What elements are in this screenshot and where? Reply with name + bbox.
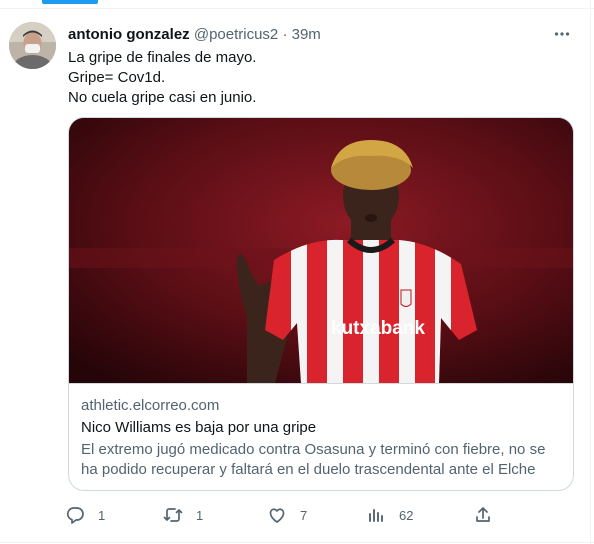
tweet-header: antonio gonzalez @poetricus2 · 39m bbox=[68, 26, 574, 46]
retweet-icon bbox=[160, 502, 186, 528]
analytics-icon bbox=[363, 502, 389, 528]
tweet-text-line: Gripe= Cov1d. bbox=[68, 69, 166, 86]
card-title: Nico Williams es baja por una gripe bbox=[81, 419, 317, 436]
tweet-timestamp[interactable]: 39m bbox=[292, 26, 321, 43]
views-count: 62 bbox=[399, 507, 414, 523]
tweet-text-line: No cuela gripe casi en junio. bbox=[68, 89, 257, 106]
like-button[interactable]: 7 bbox=[264, 500, 307, 530]
author-name[interactable]: antonio gonzalez bbox=[68, 26, 190, 43]
avatar[interactable] bbox=[9, 22, 56, 69]
share-icon bbox=[470, 502, 496, 528]
reply-button[interactable]: 1 bbox=[62, 500, 105, 530]
card-description: El extremo jugó medicado contra Osasuna … bbox=[81, 441, 546, 478]
retweet-button[interactable]: 1 bbox=[160, 500, 203, 530]
tweet-text: La gripe de finales de mayo. Gripe= Cov1… bbox=[68, 48, 568, 108]
separator-dot: · bbox=[282, 26, 288, 43]
share-button[interactable] bbox=[470, 500, 496, 530]
tweet-actions: 1 1 7 62 bbox=[62, 500, 502, 530]
divider bbox=[0, 8, 594, 9]
like-count: 7 bbox=[300, 507, 308, 523]
author-handle[interactable]: @poetricus2 bbox=[194, 26, 278, 43]
card-domain: athletic.elcorreo.com bbox=[81, 397, 220, 414]
tweet-text-line: La gripe de finales de mayo. bbox=[68, 49, 257, 66]
views-button[interactable]: 62 bbox=[363, 500, 413, 530]
card-body: athletic.elcorreo.com Nico Williams es b… bbox=[81, 396, 561, 480]
more-dots-icon[interactable] bbox=[550, 22, 574, 46]
heart-icon bbox=[264, 502, 290, 528]
sponsor-text: kutxabank bbox=[331, 318, 425, 339]
reply-count: 1 bbox=[98, 507, 106, 523]
card-image: kutxabank bbox=[69, 118, 573, 384]
link-card[interactable]: kutxabank athletic.elcorreo.com Nico Wil… bbox=[68, 117, 574, 491]
retweet-count: 1 bbox=[196, 507, 204, 523]
reply-icon bbox=[62, 502, 88, 528]
divider bbox=[590, 0, 591, 544]
tab-indicator bbox=[42, 0, 98, 4]
divider bbox=[0, 542, 594, 543]
